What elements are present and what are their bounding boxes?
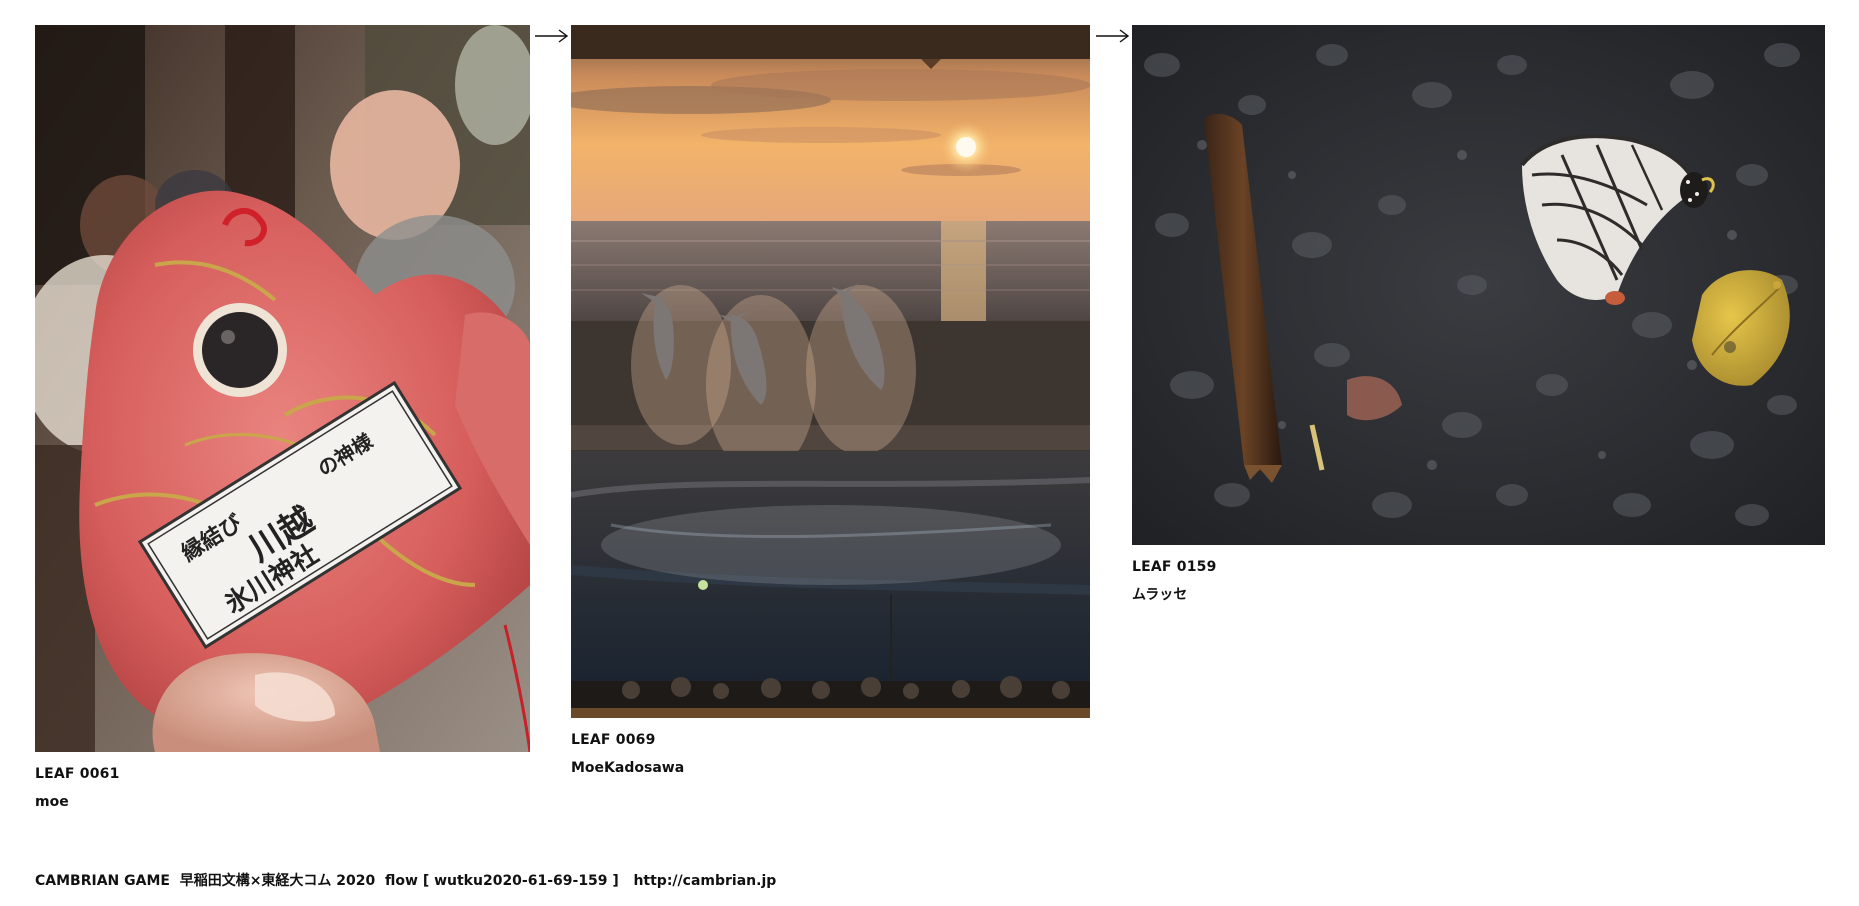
leaf-id[interactable]: LEAF 0069 [571, 732, 1090, 748]
leaf-id[interactable]: LEAF 0159 [1132, 559, 1825, 575]
right-arrow-icon [535, 29, 569, 43]
leaf-author[interactable]: moe [35, 794, 530, 810]
leaf-id[interactable]: LEAF 0061 [35, 766, 530, 782]
leaf-author[interactable]: MoeKadosawa [571, 760, 1090, 776]
leaf-author[interactable]: ムラッセ [1132, 587, 1825, 603]
leaf-card-0159[interactable]: LEAF 0159 ムラッセ [1132, 25, 1825, 603]
footer-credit: CAMBRIAN GAME 早稲田文構×東経大コム 2020 flow [ wu… [35, 873, 776, 889]
footer-text: CAMBRIAN GAME 早稲田文構×東経大コム 2020 flow [ wu… [35, 873, 634, 889]
leaf-photo-0061[interactable]: 縁結び 川越 氷川神社 の神様 [35, 25, 530, 752]
footer-link[interactable]: http://cambrian.jp [633, 873, 776, 889]
leaf-photo-0069[interactable] [571, 25, 1090, 718]
leaf-photo-0159[interactable] [1132, 25, 1825, 545]
right-arrow-icon [1096, 29, 1130, 43]
leaf-card-0061[interactable]: 縁結び 川越 氷川神社 の神様 LEAF 0061 moe [35, 25, 530, 810]
leaf-card-0069[interactable]: LEAF 0069 MoeKadosawa [571, 25, 1090, 776]
